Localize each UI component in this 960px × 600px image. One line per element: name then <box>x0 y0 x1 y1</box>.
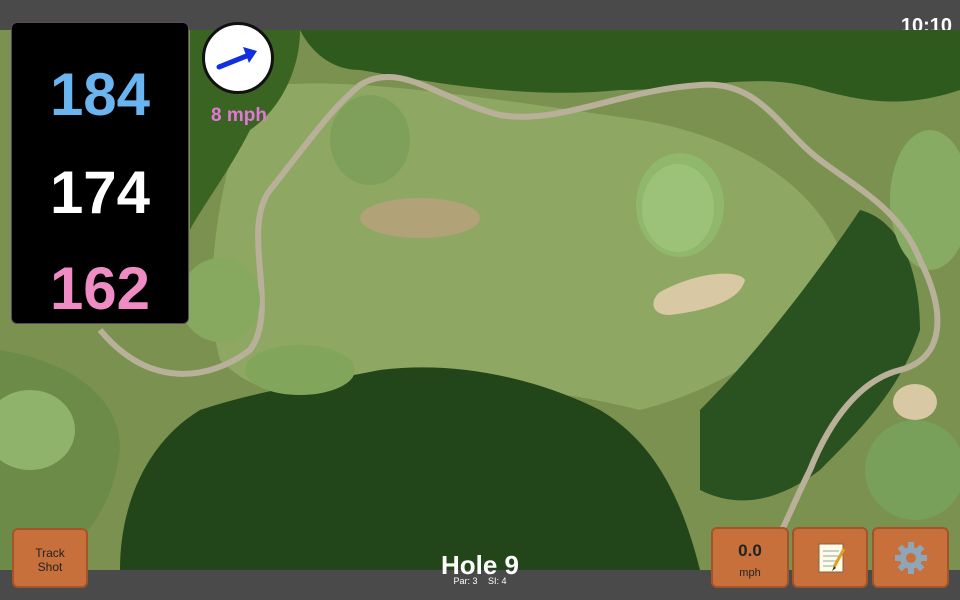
track-shot-label-line2: Shot <box>37 560 63 574</box>
wind-compass <box>202 22 274 94</box>
speed-value: 0.0 <box>738 541 762 560</box>
distance-panel: 184 174 162 <box>11 22 189 324</box>
par-label: Par: 3 <box>453 576 478 586</box>
track-shot-button[interactable]: Track Shot <box>12 528 88 588</box>
settings-button[interactable] <box>872 527 949 588</box>
speed-unit: mph <box>739 567 761 579</box>
wind-direction-arrow-icon <box>216 47 257 70</box>
notepad-icon <box>818 543 846 573</box>
speed-button[interactable]: 0.0 mph <box>711 527 789 588</box>
front-distance: 162 <box>49 255 151 322</box>
gear-icon <box>895 542 927 574</box>
notes-button[interactable] <box>792 527 868 588</box>
back-distance: 184 <box>49 61 151 128</box>
hole-info: Par: 3 SI: 4 <box>400 576 560 586</box>
wind-speed-label: 8 mph <box>211 105 267 126</box>
stroke-index-label: SI: 4 <box>488 576 507 586</box>
middle-distance: 174 <box>49 159 151 226</box>
track-shot-label-line1: Track <box>35 546 65 560</box>
